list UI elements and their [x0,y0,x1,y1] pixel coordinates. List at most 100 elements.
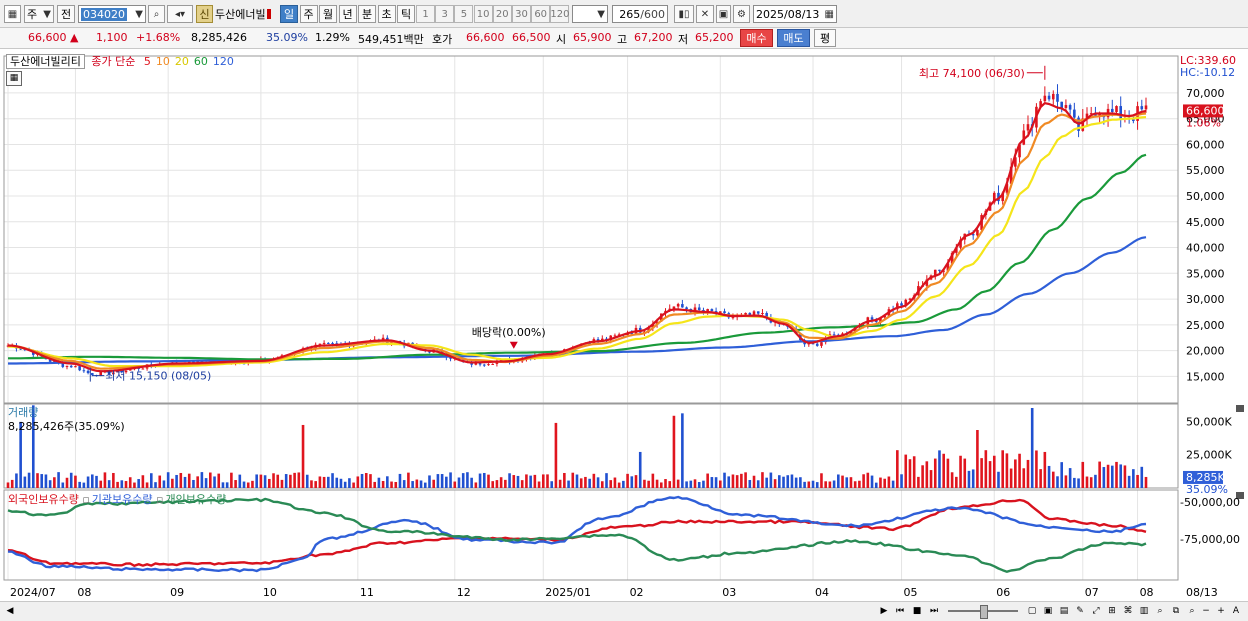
auto-scale-icon[interactable]: A [1229,604,1243,618]
volume-bar [710,477,714,488]
price-y-tick-label: 30,000 [1186,293,1225,306]
timeframe-2[interactable]: 월 [319,5,337,23]
volume-bar [735,475,739,488]
scroll-left-icon[interactable]: ◀ [3,604,17,618]
volume-bar [588,478,591,488]
volume-bar [327,476,330,488]
interval-30[interactable]: 30 [512,5,531,23]
stock-chart[interactable]: 15,000 20,000 25,000 30,000 35,000 40,000 45,0… [0,50,1248,601]
volume-bar [145,482,149,488]
x-tick-label: 12 [457,586,471,599]
volume-bar [112,472,115,488]
chart-type-icon[interactable]: ▥ [1137,604,1151,618]
sell-button[interactable]: 매도 [777,29,810,47]
layout-icon-1[interactable]: ▢ [1025,604,1039,618]
volume-bar [647,480,650,488]
x-tick-label: 06 [996,586,1010,599]
volume-bar [1073,477,1076,488]
zoom-search-icon[interactable]: ⌕ [1185,604,1199,618]
grid-icon[interactable]: ⊞ [1105,604,1119,618]
interval-5[interactable]: 5 [454,5,474,23]
volume-bar [457,477,461,488]
timeframe-4[interactable]: 분 [358,5,376,23]
save-icon[interactable]: ▣ [716,5,731,23]
interval-20[interactable]: 20 [492,5,512,23]
code-dropdown-icon[interactable]: ▼ [135,9,143,20]
stock-code-input[interactable]: 034020 ▼ [78,5,146,23]
timeframe-5[interactable]: 초 [377,5,396,23]
horizontal-scrollbar[interactable]: ◀ ▶ ⏮ ■ ⏭ ▢ ▣ ▤ ✎ ⤢ ⊞ ⌘ ▥ ⌕ ⧉ ⌕ − + A [0,601,1248,621]
volume-bar [1051,471,1055,488]
search-icon[interactable]: ⌕ [148,5,165,23]
volume-bar [297,472,301,488]
volume-bar [946,458,950,488]
calendar-icon[interactable]: ▦ [825,9,834,20]
timeframe-1[interactable]: 주 [299,5,318,23]
stock-list-icon[interactable]: ◂▾ [167,5,193,23]
interval-120[interactable]: 120 [550,5,569,23]
new-badge: 신 [196,5,213,23]
jump-start-icon[interactable]: ⏮ [893,604,907,618]
volume-bar [65,477,69,488]
bar-count-input[interactable]: 265 /600 [612,5,668,23]
price-panel-name[interactable]: 두산에너빌리티 [6,54,85,69]
gear-icon[interactable]: ⚙ [733,5,750,23]
low-price: 65,200 [695,31,734,44]
draw-tool-icon[interactable]: ✎ [1073,604,1087,618]
zoom-slider-handle[interactable] [980,605,988,619]
crosshair-icon[interactable]: ✕ [696,5,714,23]
copy-icon[interactable]: ⧉ [1169,604,1183,618]
timeframe-0[interactable]: 일 [280,5,298,23]
volume-bar [992,455,996,488]
jump-end-icon[interactable]: ⏭ [927,604,941,618]
volume-bar [120,480,124,488]
interval-60[interactable]: 60 [531,5,551,23]
zoom-in-icon[interactable]: + [1214,604,1228,618]
volume-bar [891,480,895,488]
volume-bar [175,474,178,488]
layout-icon-3[interactable]: ▤ [1057,604,1071,618]
candle-body [74,366,77,368]
candle-type-icon[interactable]: ▮▯ [674,5,694,23]
volume-bar [807,481,811,488]
volume-bar [1081,461,1085,488]
interval-1[interactable]: 1 [416,5,435,23]
fit-icon[interactable]: ⤢ [1089,604,1103,618]
zoom-out-icon[interactable]: − [1199,604,1213,618]
search-chart-icon[interactable]: ⌕ [1153,604,1167,618]
volume-bar [1115,461,1118,488]
volume-bar [976,430,979,488]
dividend-marker [509,341,518,349]
stop-icon[interactable]: ■ [910,604,924,618]
buy-button[interactable]: 매수 [740,29,773,47]
link-icon[interactable]: ⌘ [1121,604,1135,618]
stock-name: 두산에너빌 [215,5,271,23]
x-tick-label: 11 [360,586,374,599]
chevron-down-icon: ▼ [43,8,51,20]
volume-bar [668,481,672,488]
custom-interval-select[interactable]: ▼ [572,5,608,23]
prev-button[interactable]: 전 [57,5,75,23]
scroll-right-icon[interactable]: ▶ [877,604,891,618]
period-select[interactable]: 주 ▼ [24,5,54,23]
timeframe-6[interactable]: 틱 [397,5,415,23]
volume-bar [263,475,267,488]
eval-button[interactable]: 평 [814,29,836,47]
open-price: 65,900 [573,31,612,44]
layout-icon-2[interactable]: ▣ [1041,604,1055,618]
volume-bar [959,455,962,488]
volume-bar [407,472,410,488]
timeframe-3[interactable]: 년 [338,5,357,23]
volume-bar [1127,475,1131,488]
date-input[interactable]: 2025/08/13 ▦ [753,5,837,23]
x-tick-label-last: 08/13 [1186,586,1218,599]
volume-bar [516,475,520,488]
window-menu-icon[interactable]: ▦ [4,5,21,23]
volume-bar [984,450,988,488]
candle-body [938,269,941,271]
x-axis: 2024/07 08 09 10 11 12 2025/01 02 03 04 05 06 07 08 08… [10,586,1218,599]
volume-bar [1110,465,1114,488]
table-icon[interactable]: ▦ [6,71,22,86]
interval-3[interactable]: 3 [435,5,455,23]
interval-10[interactable]: 10 [473,5,493,23]
